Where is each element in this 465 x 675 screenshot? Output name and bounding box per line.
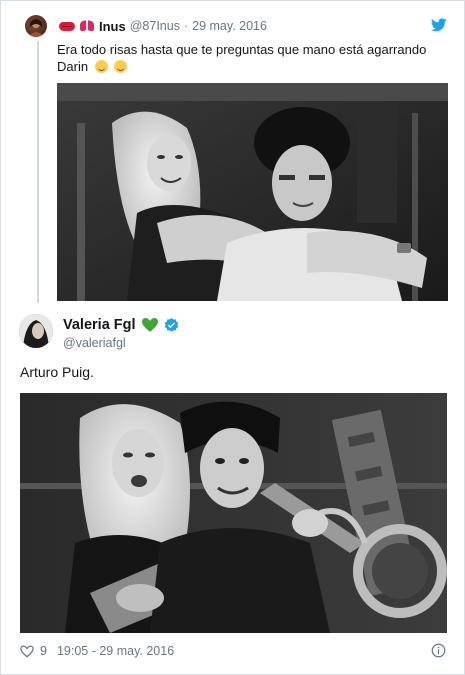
avatar[interactable] xyxy=(19,314,53,348)
verified-badge-icon xyxy=(164,317,178,332)
quoted-tweet-header: Inus @87Inus · 29 may. 2016 xyxy=(59,16,267,36)
upside-down-face-icon xyxy=(94,60,108,73)
quoted-tweet[interactable]: Inus @87Inus · 29 may. 2016 Era todo ris… xyxy=(1,1,465,306)
twitter-bird-icon[interactable] xyxy=(431,18,447,32)
photo-bw-couple xyxy=(57,83,448,301)
tweet-body: Era todo risas hasta que te preguntas qu… xyxy=(57,42,427,74)
user-handle[interactable]: @87Inus xyxy=(130,19,180,33)
tweet-body: Arturo Puig. xyxy=(20,364,94,380)
quoted-tweet-text: Era todo risas hasta que te preguntas qu… xyxy=(57,41,457,75)
photo-bw-trumpet xyxy=(20,393,447,633)
main-tweet-header: Valeria Fgl xyxy=(63,317,179,333)
user-name[interactable]: Inus xyxy=(99,19,126,34)
like-heart-icon[interactable] xyxy=(20,644,34,658)
tweet-card: Inus @87Inus · 29 may. 2016 Era todo ris… xyxy=(0,0,465,675)
thread-line xyxy=(37,41,39,303)
tweet-footer: 9 19:05 - 29 may. 2016 xyxy=(20,642,448,660)
avatar[interactable] xyxy=(25,15,47,37)
user-name[interactable]: Valeria Fgl xyxy=(63,317,136,333)
tweet-timestamp[interactable]: 19:05 - 29 may. 2016 xyxy=(57,644,174,658)
main-tweet-photo[interactable] xyxy=(20,393,447,633)
tears-of-joy-icon xyxy=(114,60,128,73)
separator: · xyxy=(183,19,189,33)
user-handle[interactable]: @valeriafgl xyxy=(63,336,126,350)
green-heart-icon xyxy=(141,318,158,332)
like-count[interactable]: 9 xyxy=(40,644,47,658)
info-icon[interactable] xyxy=(431,643,446,658)
tweet-date[interactable]: 29 may. 2016 xyxy=(192,19,267,33)
bow-icon xyxy=(79,19,95,33)
quoted-tweet-photo[interactable] xyxy=(57,83,448,301)
lips-icon xyxy=(59,19,75,33)
